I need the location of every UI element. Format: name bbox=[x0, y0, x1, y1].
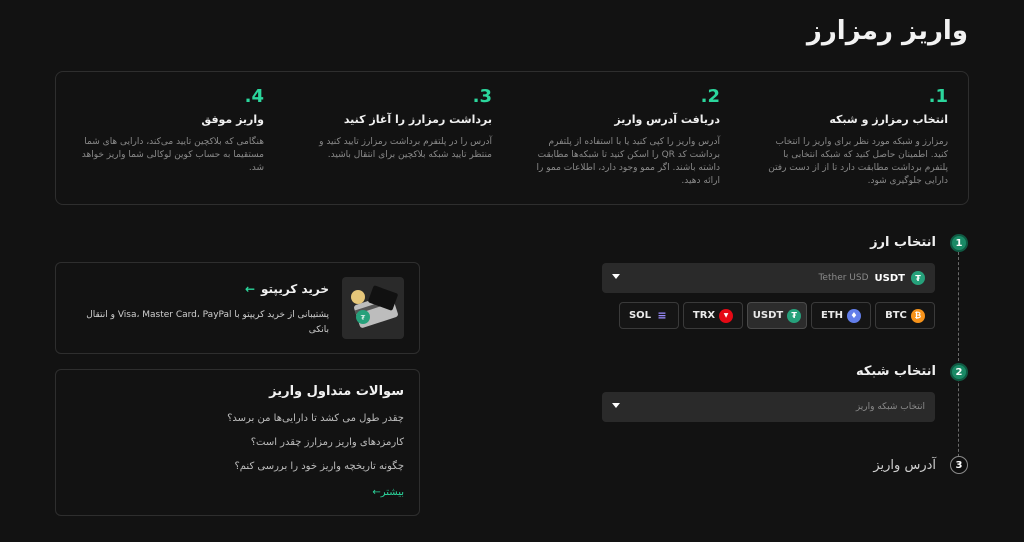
faq-more-text: بیشتر bbox=[380, 487, 404, 498]
coin-code: ETH bbox=[820, 310, 844, 321]
credit-card-illustration-icon: ₮ bbox=[342, 277, 404, 339]
tether-icon: ₮ bbox=[787, 308, 802, 323]
timeline-line bbox=[958, 252, 959, 467]
coin-button-trx[interactable]: TRX ▼ bbox=[683, 302, 743, 329]
buy-crypto-title-text: خرید کریپتو bbox=[261, 282, 329, 296]
faq-item[interactable]: کارمزدهای واریز رمزارز چقدر است؟ bbox=[71, 431, 404, 455]
bitcoin-icon: ₿ bbox=[910, 308, 925, 323]
ethereum-icon: ♦ bbox=[847, 308, 862, 323]
arrow-left-icon: ← bbox=[372, 487, 381, 498]
tether-icon: ₮ bbox=[911, 271, 925, 285]
selected-currency-code: USDT bbox=[874, 272, 905, 284]
deposit-address-label: آدرس واریز bbox=[873, 458, 936, 473]
step-description: آدرس را در پلتفرم برداشت رمزارز تایید کن… bbox=[319, 137, 492, 160]
faq-list: چقدر طول می کشد تا دارایی‌ها من برسد؟ کا… bbox=[71, 407, 404, 479]
step-title: دریافت آدرس واریز bbox=[614, 113, 720, 126]
step-number: 4. bbox=[244, 86, 264, 107]
coin-button-usdt[interactable]: USDT ₮ bbox=[747, 302, 807, 329]
svg-text:₮: ₮ bbox=[361, 314, 366, 322]
step-description: رمزارز و شبکه مورد نظر برای واریز را انت… bbox=[768, 137, 948, 186]
step-title: برداشت رمزارز را آغاز کنید bbox=[343, 113, 492, 126]
network-select[interactable]: انتخاب شبکه واریز bbox=[602, 392, 935, 422]
deposit-faq-card: سوالات متداول واریز چقدر طول می کشد تا د… bbox=[55, 369, 420, 516]
coin-button-eth[interactable]: ETH ♦ bbox=[811, 302, 871, 329]
faq-item[interactable]: چقدر طول می کشد تا دارایی‌ها من برسد؟ bbox=[71, 407, 404, 431]
step-2: 2. دریافت آدرس واریز آدرس واریز را کپی ک… bbox=[512, 72, 740, 204]
faq-title: سوالات متداول واریز bbox=[269, 384, 404, 399]
select-currency-label: انتخاب ارز bbox=[870, 235, 936, 250]
step-number: 2. bbox=[700, 86, 720, 107]
buy-crypto-title[interactable]: خرید کریپتو ← bbox=[245, 282, 329, 296]
step-title: واریز موفق bbox=[201, 113, 264, 126]
arrow-left-icon: ← bbox=[244, 282, 255, 296]
step-4: 4. واریز موفق هنگامی که بلاکچین تایید می… bbox=[56, 72, 284, 204]
caret-down-icon bbox=[612, 403, 620, 408]
page-title: واریز رمزارز bbox=[806, 16, 968, 46]
selected-currency-name: Tether USD bbox=[818, 273, 869, 283]
form-step-1-indicator: 1 bbox=[950, 234, 968, 252]
deposit-steps-card: 1. انتخاب رمزارز و شبکه رمزارز و شبکه مو… bbox=[55, 71, 969, 205]
faq-item[interactable]: چگونه تاریخچه واریز خود را بررسی کنم؟ bbox=[71, 455, 404, 479]
form-step-2-indicator: 2 bbox=[950, 363, 968, 381]
buy-crypto-description: پشتیبانی از خرید کریپتو با Visa، Master … bbox=[86, 310, 329, 335]
coin-button-sol[interactable]: SOL ≡ bbox=[619, 302, 679, 329]
buy-crypto-card[interactable]: ₮ خرید کریپتو ← پشتیبانی از خرید کریپتو ب… bbox=[55, 262, 420, 354]
coin-code: USDT bbox=[752, 310, 784, 321]
step-title: انتخاب رمزارز و شبکه bbox=[829, 113, 948, 126]
faq-more-link[interactable]: بیشتر← bbox=[372, 487, 404, 498]
solana-icon: ≡ bbox=[657, 309, 667, 322]
step-description: هنگامی که بلاکچین تایید می‌کند، دارایی ه… bbox=[81, 137, 264, 173]
network-select-placeholder: انتخاب شبکه واریز bbox=[855, 402, 925, 412]
select-network-label: انتخاب شبکه bbox=[855, 364, 936, 379]
step-number: 3. bbox=[472, 86, 492, 107]
step-number: 1. bbox=[928, 86, 948, 107]
quick-coin-buttons: BTC ₿ ETH ♦ USDT ₮ TRX ▼ SOL ≡ bbox=[619, 302, 935, 329]
currency-select[interactable]: ₮ USDT Tether USD bbox=[602, 263, 935, 293]
coin-code: BTC bbox=[885, 310, 907, 321]
deposit-form: 1 انتخاب ارز ₮ USDT Tether USD BTC ₿ ETH… bbox=[602, 230, 970, 490]
coin-button-btc[interactable]: BTC ₿ bbox=[875, 302, 935, 329]
caret-down-icon bbox=[612, 274, 620, 279]
step-1: 1. انتخاب رمزارز و شبکه رمزارز و شبکه مو… bbox=[740, 72, 968, 204]
tron-icon: ▼ bbox=[719, 308, 734, 323]
coin-code: SOL bbox=[628, 310, 652, 321]
coin-code: TRX bbox=[692, 310, 716, 321]
step-description: آدرس واریز را کپی کنید یا با استفاده از … bbox=[536, 137, 720, 186]
form-step-3-indicator: 3 bbox=[950, 456, 968, 474]
step-3: 3. برداشت رمزارز را آغاز کنید آدرس را در… bbox=[284, 72, 512, 204]
